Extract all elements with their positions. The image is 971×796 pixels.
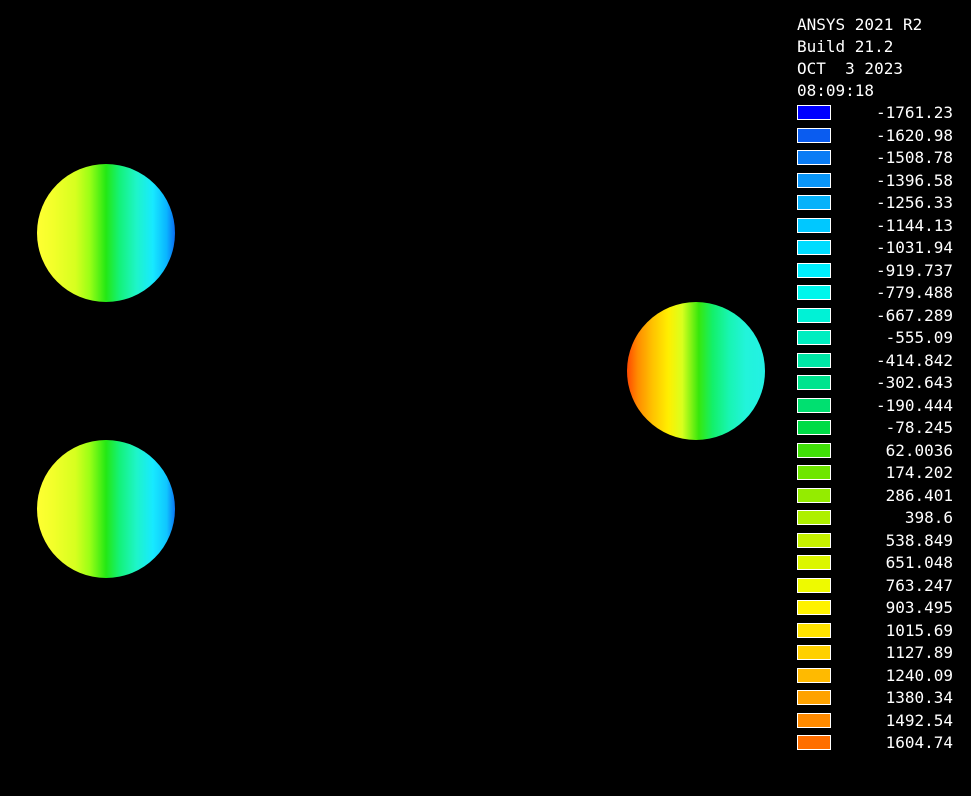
legend-value: -1761.23 xyxy=(875,103,953,122)
legend-row: -1144.13 xyxy=(797,215,967,238)
legend-value: 763.247 xyxy=(885,575,953,595)
legend-swatch xyxy=(797,645,831,660)
legend-swatch xyxy=(797,195,831,210)
legend-swatch xyxy=(797,285,831,300)
legend-swatch xyxy=(797,712,831,728)
legend-value: -1620.98 xyxy=(875,125,953,145)
legend-row: -919.737 xyxy=(797,260,967,283)
legend-swatch xyxy=(797,735,831,750)
legend-value: -1508.78 xyxy=(875,148,953,167)
legend-row: 903.495 xyxy=(797,597,967,620)
legend-row: -1396.58 xyxy=(797,170,967,193)
legend-row: 1492.54 xyxy=(797,710,967,733)
legend-swatch xyxy=(797,600,831,615)
date-label: OCT 3 2023 xyxy=(797,59,903,78)
legend-swatch xyxy=(797,262,831,278)
legend-value: 398.6 xyxy=(904,508,953,527)
legend-value: 1015.69 xyxy=(885,620,953,640)
build-label: Build 21.2 xyxy=(797,37,894,56)
legend-swatch xyxy=(797,577,831,593)
legend-scale: -1761.23 -1620.98 -1508.78 -1396.58 -1256.33… xyxy=(797,102,967,755)
legend-value: 1240.09 xyxy=(885,665,953,685)
legend-swatch xyxy=(797,150,831,165)
legend-row: 651.048 xyxy=(797,552,967,575)
legend-row: 398.6 xyxy=(797,507,967,530)
legend-swatch xyxy=(797,487,831,503)
legend-row: -414.842 xyxy=(797,350,967,373)
contour-sphere-right xyxy=(627,302,765,440)
legend-row: 1380.34 xyxy=(797,687,967,710)
legend-value: -1144.13 xyxy=(875,215,953,235)
legend-value: 1492.54 xyxy=(885,710,953,730)
legend-swatch xyxy=(797,622,831,638)
legend-value: 1604.74 xyxy=(885,733,953,752)
legend-swatch xyxy=(797,217,831,233)
legend-value: 174.202 xyxy=(885,463,953,482)
legend-value: -1256.33 xyxy=(875,193,953,212)
legend-value: 538.849 xyxy=(885,530,953,550)
legend-row: 1240.09 xyxy=(797,665,967,688)
legend-swatch xyxy=(797,465,831,480)
legend-swatch xyxy=(797,442,831,458)
legend-row: -78.245 xyxy=(797,417,967,440)
legend-value: 1380.34 xyxy=(885,688,953,707)
legend-value: -190.444 xyxy=(875,395,953,415)
legend-row: 538.849 xyxy=(797,530,967,553)
legend-swatch xyxy=(797,105,831,120)
legend-swatch xyxy=(797,690,831,705)
legend-swatch xyxy=(797,532,831,548)
legend-swatch xyxy=(797,307,831,323)
legend-value: 903.495 xyxy=(885,598,953,617)
legend-row: 62.0036 xyxy=(797,440,967,463)
legend-row: -190.444 xyxy=(797,395,967,418)
legend-value: -1031.94 xyxy=(875,238,953,257)
legend-row: -1761.23 xyxy=(797,102,967,125)
legend-swatch xyxy=(797,375,831,390)
legend-value: -779.488 xyxy=(875,283,953,302)
legend-value: -667.289 xyxy=(875,305,953,325)
legend-row: 174.202 xyxy=(797,462,967,485)
contour-sphere-bottom-left xyxy=(37,440,175,578)
legend-swatch xyxy=(797,352,831,368)
legend-row: 1127.89 xyxy=(797,642,967,665)
legend-value: -1396.58 xyxy=(875,170,953,190)
legend-row: -555.09 xyxy=(797,327,967,350)
product-label: ANSYS 2021 R2 xyxy=(797,15,923,34)
legend-row: -667.289 xyxy=(797,305,967,328)
legend-row: -1031.94 xyxy=(797,237,967,260)
contour-sphere-top-left xyxy=(37,164,175,302)
legend-row: -1620.98 xyxy=(797,125,967,148)
legend-row: -1508.78 xyxy=(797,147,967,170)
graphics-viewport[interactable] xyxy=(0,0,790,796)
legend-row: 1015.69 xyxy=(797,620,967,643)
legend-swatch xyxy=(797,330,831,345)
legend-swatch xyxy=(797,127,831,143)
legend-row: 1604.74 xyxy=(797,732,967,755)
contour-legend: ANSYS 2021 R2 Build 21.2 OCT 3 2023 08:0… xyxy=(797,14,967,755)
legend-value: -302.643 xyxy=(875,373,953,392)
time-label: 08:09:18 xyxy=(797,81,875,100)
legend-swatch xyxy=(797,510,831,525)
legend-value: 1127.89 xyxy=(885,643,953,662)
legend-value: -919.737 xyxy=(875,260,953,280)
legend-row: -302.643 xyxy=(797,372,967,395)
legend-value: 286.401 xyxy=(885,485,953,505)
legend-row: 286.401 xyxy=(797,485,967,508)
legend-value: -78.245 xyxy=(885,418,953,437)
legend-value: -414.842 xyxy=(875,350,953,370)
legend-row: -1256.33 xyxy=(797,192,967,215)
legend-value: 651.048 xyxy=(885,553,953,572)
legend-row: -779.488 xyxy=(797,282,967,305)
legend-swatch xyxy=(797,397,831,413)
legend-value: 62.0036 xyxy=(885,440,953,460)
legend-swatch xyxy=(797,172,831,188)
legend-value: -555.09 xyxy=(885,328,953,347)
legend-row: 763.247 xyxy=(797,575,967,598)
legend-swatch xyxy=(797,420,831,435)
legend-swatch xyxy=(797,240,831,255)
legend-swatch xyxy=(797,667,831,683)
legend-swatch xyxy=(797,555,831,570)
